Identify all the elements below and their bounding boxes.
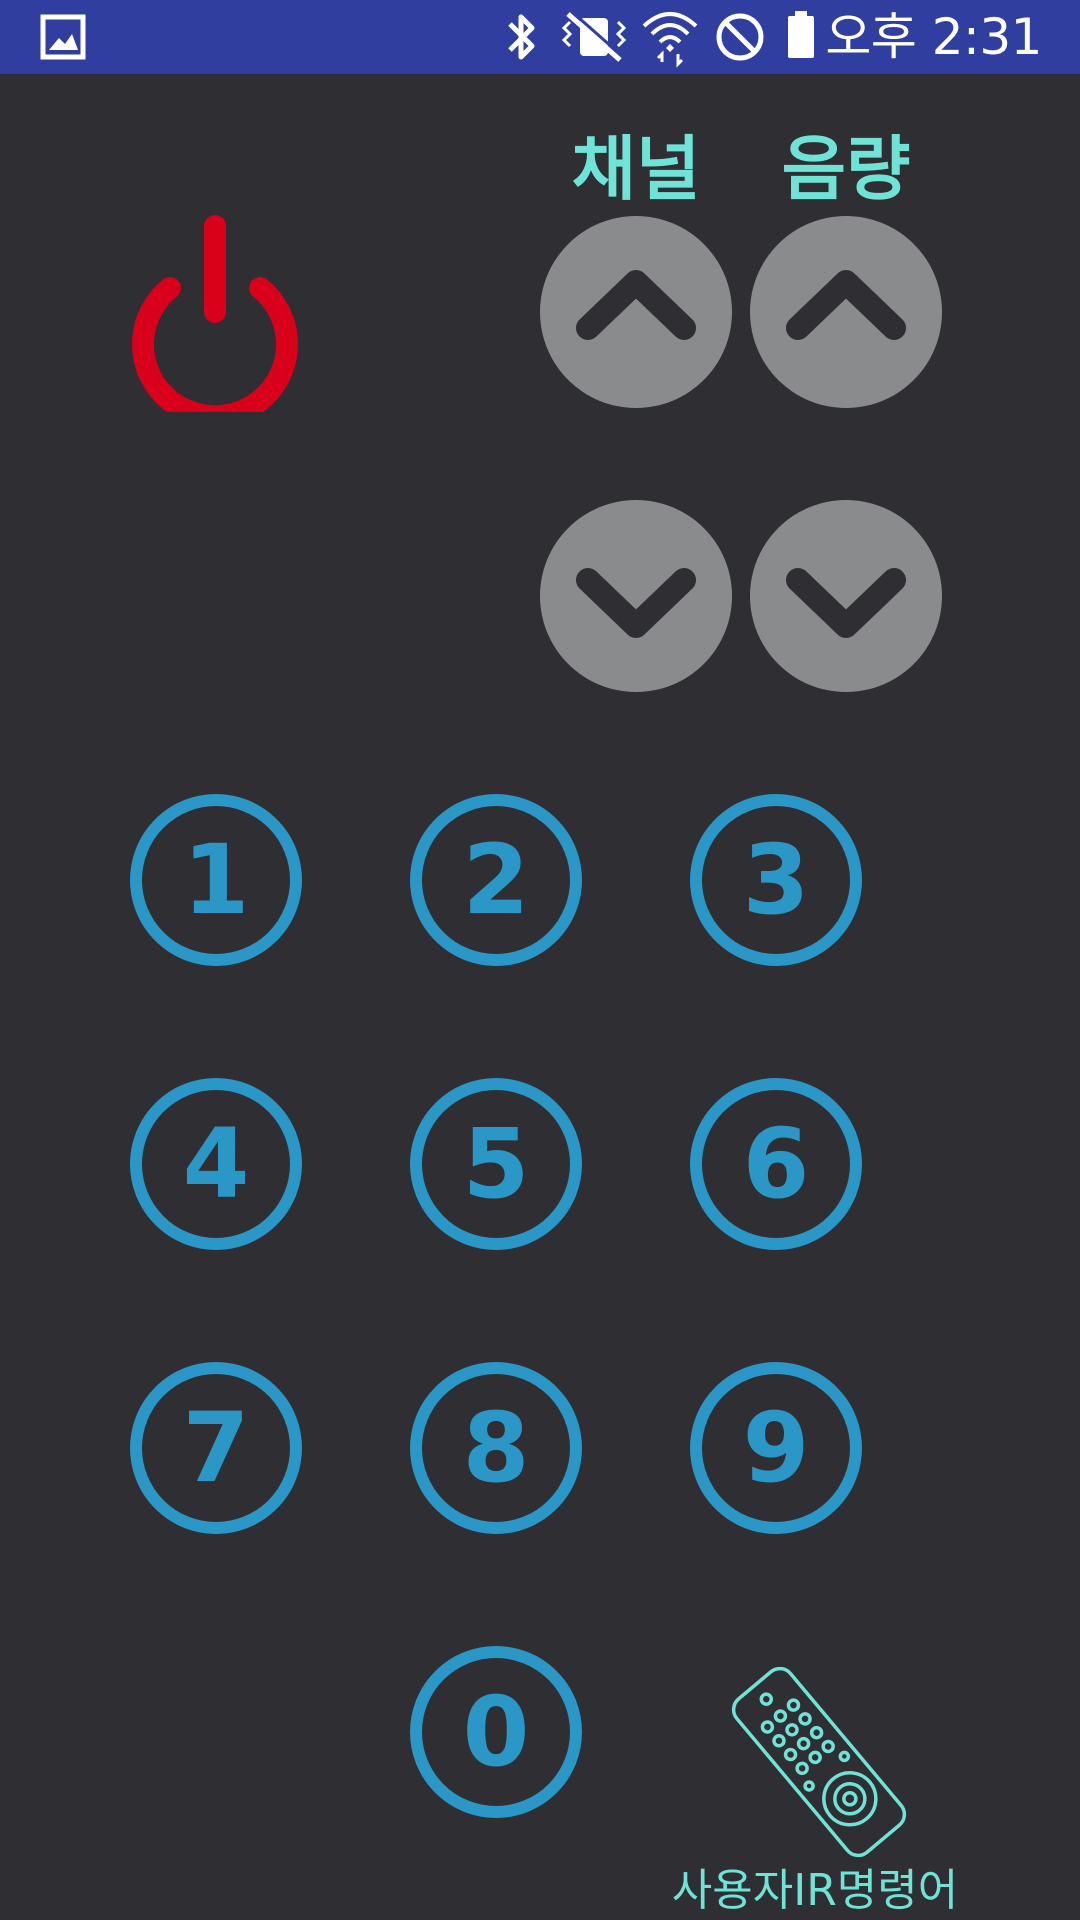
channel-up-button[interactable] bbox=[540, 216, 732, 408]
wifi-icon bbox=[640, 0, 700, 74]
number-label: 8 bbox=[462, 1392, 530, 1504]
number-label: 5 bbox=[462, 1108, 530, 1220]
custom-ir-command-button[interactable] bbox=[716, 1662, 922, 1862]
number-button-2[interactable]: 2 bbox=[408, 792, 584, 968]
volume-label: 음량 bbox=[781, 128, 911, 210]
number-button-5[interactable]: 5 bbox=[408, 1076, 584, 1252]
do-not-disturb-icon bbox=[712, 0, 768, 74]
number-label: 2 bbox=[462, 824, 530, 936]
chevron-down-icon bbox=[786, 568, 906, 638]
battery-icon bbox=[784, 0, 818, 74]
number-label: 3 bbox=[742, 824, 810, 936]
channel-label: 채널 bbox=[571, 128, 701, 210]
status-time: 오후 2:31 bbox=[825, 8, 1042, 66]
power-icon bbox=[132, 215, 298, 412]
custom-ir-command-label: 사용자IR명령어 bbox=[671, 1865, 959, 1916]
power-button[interactable] bbox=[126, 212, 304, 412]
volume-up-button[interactable] bbox=[750, 216, 942, 408]
number-button-7[interactable]: 7 bbox=[128, 1360, 304, 1536]
channel-down-button[interactable] bbox=[540, 500, 732, 692]
number-button-6[interactable]: 6 bbox=[688, 1076, 864, 1252]
number-button-3[interactable]: 3 bbox=[688, 792, 864, 968]
number-label: 6 bbox=[742, 1108, 810, 1220]
status-bar: 오후 2:31 bbox=[0, 0, 1080, 74]
number-label: 1 bbox=[182, 824, 250, 936]
number-button-0[interactable]: 0 bbox=[408, 1644, 584, 1820]
number-label: 9 bbox=[742, 1392, 810, 1504]
number-label: 7 bbox=[182, 1392, 250, 1504]
number-button-1[interactable]: 1 bbox=[128, 792, 304, 968]
vibrate-mode-icon bbox=[556, 0, 632, 74]
number-label: 4 bbox=[182, 1108, 250, 1220]
bluetooth-icon bbox=[500, 0, 544, 74]
number-button-8[interactable]: 8 bbox=[408, 1360, 584, 1536]
volume-down-button[interactable] bbox=[750, 500, 942, 692]
chevron-down-icon bbox=[576, 568, 696, 638]
gallery-icon bbox=[40, 0, 86, 74]
chevron-up-icon bbox=[786, 270, 906, 340]
remote-control-icon bbox=[731, 1666, 907, 1858]
number-button-4[interactable]: 4 bbox=[128, 1076, 304, 1252]
chevron-up-icon bbox=[576, 270, 696, 340]
number-button-9[interactable]: 9 bbox=[688, 1360, 864, 1536]
number-label: 0 bbox=[462, 1676, 530, 1788]
